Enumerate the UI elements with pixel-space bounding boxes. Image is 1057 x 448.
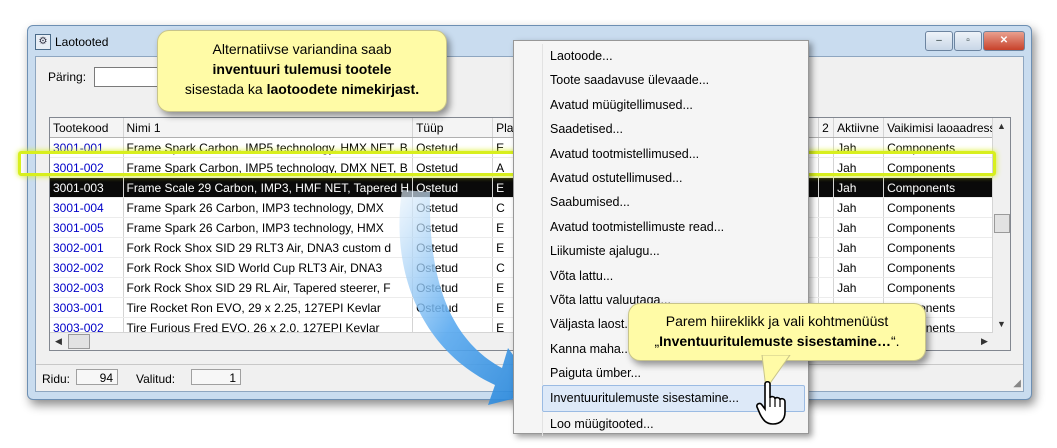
selected-label: Valitud:	[136, 372, 176, 386]
scroll-left-icon[interactable]: ◀	[50, 333, 67, 350]
col-aktiivne[interactable]: Aktiivne	[833, 118, 885, 138]
scroll-right-icon[interactable]: ▶	[976, 333, 993, 350]
cell-active[interactable]: Jah	[833, 277, 885, 298]
cell-active[interactable]: Jah	[833, 257, 885, 278]
resize-grip-icon[interactable]: ◢	[1013, 378, 1021, 389]
cell-2[interactable]	[818, 277, 835, 298]
callout-line-2: inventuuri tulemusi tootele	[212, 61, 392, 77]
cell-2[interactable]	[818, 177, 835, 198]
col-2[interactable]: 2	[818, 118, 835, 138]
app-icon: ⚙	[35, 34, 51, 50]
query-label: Päring:	[48, 70, 87, 84]
cell-2[interactable]	[818, 137, 835, 158]
cell-name[interactable]: Fork Rock Shox SID World Cup RLT3 Air, D…	[123, 257, 414, 278]
col-tootekood[interactable]: Tootekood	[50, 118, 124, 138]
minimize-button[interactable]: –	[925, 31, 953, 51]
cell-code[interactable]: 3001-002	[50, 157, 124, 178]
cell-name[interactable]: Frame Scale 29 Carbon, IMP3, HMF NET, Ta…	[123, 177, 414, 198]
cell-code[interactable]: 3002-003	[50, 277, 124, 298]
cell-address[interactable]: Components	[883, 177, 1003, 198]
callout-instr-line-1: Parem hiireklikk ja vali kohtmenüüst	[665, 313, 889, 329]
callout-instr-2c: “.	[890, 333, 900, 349]
cell-name[interactable]: Frame Spark Carbon, IMP5 technology, DMX…	[123, 157, 414, 178]
cell-name[interactable]: Fork Rock Shox SID 29 RLT3 Air, DNA3 cus…	[123, 237, 414, 258]
cell-code[interactable]: 3003-001	[50, 297, 124, 318]
menu-item-4[interactable]: Saadetised...	[542, 117, 808, 142]
cell-address[interactable]: Components	[883, 157, 1003, 178]
cell-address[interactable]: Components	[883, 277, 1003, 298]
cell-code[interactable]: 3002-002	[50, 257, 124, 278]
callout-instr-2b: Inventuuritulemuste sisestamine…	[659, 333, 891, 349]
cell-active[interactable]: Jah	[833, 177, 885, 198]
col-nimi[interactable]: Nimi 1	[123, 118, 414, 138]
callout-instruction: Parem hiireklikk ja vali kohtmenüüst „In…	[628, 303, 926, 361]
cell-code[interactable]: 3001-004	[50, 197, 124, 218]
cell-2[interactable]	[818, 157, 835, 178]
cell-active[interactable]: Jah	[833, 237, 885, 258]
menu-item-10[interactable]: Võta lattu...	[542, 263, 808, 288]
menu-item-3[interactable]: Avatud müügitellimused...	[542, 92, 808, 118]
rows-count: 94	[76, 369, 118, 385]
cell-address[interactable]: Components	[883, 237, 1003, 258]
scroll-down-icon[interactable]: ▼	[993, 316, 1010, 333]
cell-name[interactable]: Fork Rock Shox SID 29 RL Air, Tapered st…	[123, 277, 414, 298]
menu-item-7[interactable]: Saabumised...	[542, 190, 808, 215]
h-scroll-thumb[interactable]	[68, 334, 90, 349]
vertical-scrollbar[interactable]: ▲ ▼	[992, 118, 1010, 350]
menu-item-9[interactable]: Liikumiste ajalugu...	[542, 239, 808, 264]
cell-type[interactable]: Ostetud	[412, 157, 494, 178]
menu-item-8[interactable]: Avatud tootmistellimuste read...	[542, 214, 808, 240]
cell-address[interactable]: Components	[883, 217, 1003, 238]
callout-line-1: Alternatiivse variandina saab	[212, 41, 392, 57]
cell-name[interactable]: Frame Spark Carbon, IMP5 technology, HMX…	[123, 137, 414, 158]
menu-item-5[interactable]: Avatud tootmistellimused...	[542, 141, 808, 166]
cell-2[interactable]	[818, 237, 835, 258]
cell-address[interactable]: Components	[883, 137, 1003, 158]
callout-line-3a: sisestada ka	[184, 81, 267, 97]
hand-cursor-icon	[756, 380, 786, 425]
cell-active[interactable]: Jah	[833, 197, 885, 218]
cell-address[interactable]: Components	[883, 197, 1003, 218]
cell-address[interactable]: Components	[883, 257, 1003, 278]
menu-item-6[interactable]: Avatud ostutellimused...	[542, 165, 808, 191]
scroll-up-icon[interactable]: ▲	[993, 118, 1010, 135]
col-tuup[interactable]: Tüüp	[412, 118, 494, 138]
cell-name[interactable]: Frame Spark 26 Carbon, IMP3 technology, …	[123, 197, 414, 218]
scroll-thumb[interactable]	[994, 214, 1010, 233]
cell-code[interactable]: 3001-003	[50, 177, 124, 198]
cell-name[interactable]: Tire Rocket Ron EVO, 29 x 2.25, 127EPI K…	[123, 297, 414, 318]
callout-line-3: sisestada ka laotoodete nimekirjast.	[158, 79, 446, 99]
cell-2[interactable]	[818, 257, 835, 278]
callout-alternative: Alternatiivse variandina saab inventuuri…	[157, 30, 447, 112]
cell-code[interactable]: 3001-005	[50, 217, 124, 238]
selected-count: 1	[191, 369, 241, 385]
callout-instr-line-2: „Inventuuritulemuste sisestamine…“.	[629, 331, 925, 351]
cell-2[interactable]	[818, 197, 835, 218]
callout-line-3b: laotoodete nimekirjast.	[266, 81, 420, 97]
close-button[interactable]: ✕	[983, 31, 1025, 51]
cell-name[interactable]: Frame Spark 26 Carbon, IMP3 technology, …	[123, 217, 414, 238]
cell-code[interactable]: 3002-001	[50, 237, 124, 258]
cell-2[interactable]	[818, 217, 835, 238]
cell-code[interactable]: 3001-001	[50, 137, 124, 158]
rows-label: Ridu:	[42, 372, 71, 386]
menu-item-1[interactable]: Laotoode...	[542, 44, 808, 69]
maximize-button[interactable]: ▫	[954, 31, 982, 51]
cell-type[interactable]: Ostetud	[412, 137, 494, 158]
col-laoaadress[interactable]: Vaikimisi laoaadress	[883, 118, 1003, 138]
cell-active[interactable]: Jah	[833, 217, 885, 238]
cell-active[interactable]: Jah	[833, 137, 885, 158]
menu-item-2[interactable]: Toote saadavuse ülevaade...	[542, 68, 808, 93]
window-title: Laotooted	[55, 35, 109, 49]
cell-active[interactable]: Jah	[833, 157, 885, 178]
